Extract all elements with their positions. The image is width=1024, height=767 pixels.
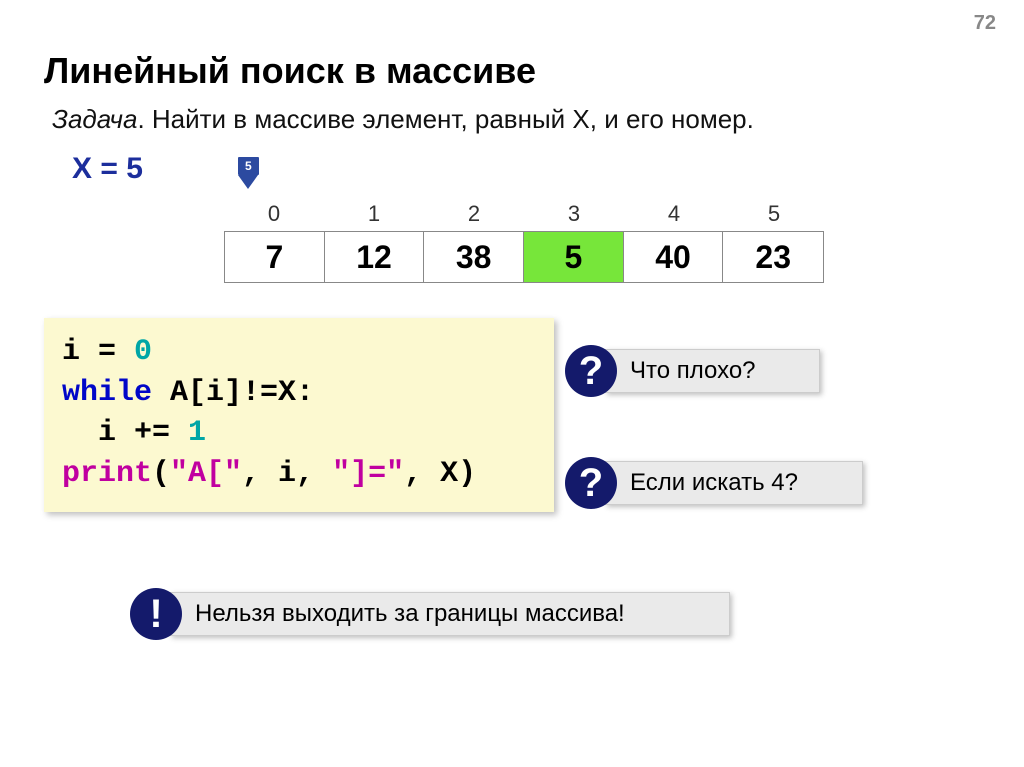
array-indices-row: 0 1 2 3 4 5: [224, 201, 824, 231]
pointer-marker: 5: [237, 156, 260, 189]
callout-bounds-warning: ! Нельзя выходить за границы массива!: [130, 588, 730, 640]
pointer-value: 5: [237, 156, 260, 176]
array-cell: 40: [624, 232, 724, 282]
question-icon: ?: [565, 457, 617, 509]
x-equals: X = 5: [72, 152, 143, 186]
code-block: i = 0 while A[i]!=X: i += 1 print("A[", …: [44, 318, 554, 512]
array-index: 4: [624, 201, 724, 231]
code-func: print: [62, 457, 152, 491]
code-text: , i,: [242, 457, 332, 491]
code-text: , X): [404, 457, 476, 491]
callout-text: Что плохо?: [605, 349, 820, 393]
callout-text: Нельзя выходить за границы массива!: [170, 592, 730, 636]
array-table: 0 1 2 3 4 5 7 12 38 5 40 23: [224, 201, 824, 283]
array-index: 1: [324, 201, 424, 231]
code-text: (: [152, 457, 170, 491]
array-index: 5: [724, 201, 824, 231]
callout-search-4: ? Если искать 4?: [565, 457, 863, 509]
array-index: 0: [224, 201, 324, 231]
code-string: "A[": [170, 457, 242, 491]
task-label: Задача: [52, 104, 137, 134]
array-cell: 23: [723, 232, 823, 282]
code-string: "]=": [332, 457, 404, 491]
code-keyword: while: [62, 376, 152, 410]
task-body: . Найти в массиве элемент, равный X, и е…: [137, 104, 753, 134]
task-text: Задача. Найти в массиве элемент, равный …: [52, 104, 754, 135]
array-cell: 7: [225, 232, 325, 282]
exclamation-icon: !: [130, 588, 182, 640]
code-text: i +=: [62, 416, 188, 450]
array-cell-highlight: 5: [524, 232, 624, 282]
callout-text: Если искать 4?: [605, 461, 863, 505]
array-index: 3: [524, 201, 624, 231]
array-values-row: 7 12 38 5 40 23: [224, 231, 824, 283]
code-number: 1: [188, 416, 206, 450]
code-number: 0: [134, 335, 152, 369]
chevron-down-icon: [238, 175, 258, 189]
page-number: 72: [974, 12, 996, 35]
array-index: 2: [424, 201, 524, 231]
callout-what-bad: ? Что плохо?: [565, 345, 820, 397]
code-text: i =: [62, 335, 134, 369]
code-text: A[i]!=X:: [152, 376, 314, 410]
array-cell: 12: [325, 232, 425, 282]
array-cell: 38: [424, 232, 524, 282]
slide-title: Линейный поиск в массиве: [44, 50, 536, 92]
question-icon: ?: [565, 345, 617, 397]
